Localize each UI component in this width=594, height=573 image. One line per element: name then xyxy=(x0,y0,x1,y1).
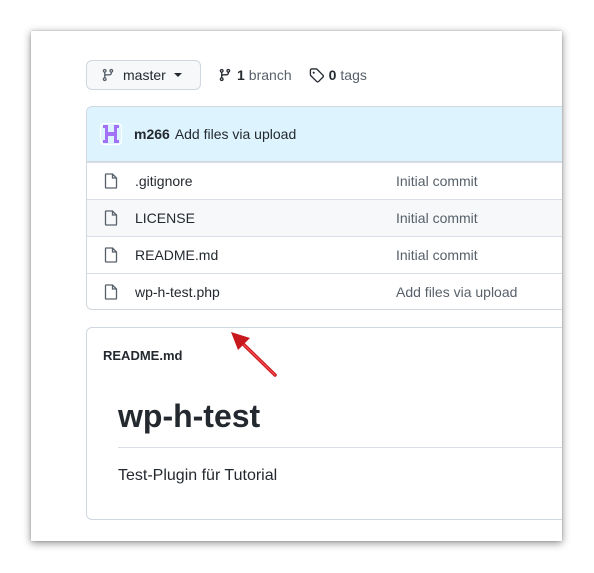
file-icon xyxy=(104,210,120,226)
file-row[interactable]: LICENSE Initial commit xyxy=(87,199,562,236)
readme-file-label[interactable]: README.md xyxy=(103,348,182,363)
commit-author[interactable]: m266 xyxy=(134,126,170,142)
git-branch-icon xyxy=(219,68,231,82)
file-commit-message[interactable]: Add files via upload xyxy=(396,284,517,300)
branch-name: master xyxy=(123,67,166,83)
annotation-arrow-icon xyxy=(231,332,277,377)
file-icon xyxy=(104,247,120,263)
avatar-icon[interactable] xyxy=(100,123,122,145)
file-commit-message[interactable]: Initial commit xyxy=(396,173,478,189)
git-branch-icon xyxy=(102,68,114,82)
branches-label: branch xyxy=(248,67,292,83)
readme-panel: README.md wp-h-test Test-Plugin für Tuto… xyxy=(86,327,562,520)
chevron-down-icon xyxy=(173,73,182,77)
file-icon xyxy=(104,284,120,300)
repository-page: master 1 branch 0 tags m266 Add files vi… xyxy=(31,31,562,541)
file-browser: m266 Add files via upload .gitignore Ini… xyxy=(86,106,562,310)
file-name[interactable]: wp-h-test.php xyxy=(135,284,396,300)
readme-text: Test-Plugin für Tutorial xyxy=(118,467,278,484)
commit-message[interactable]: Add files via upload xyxy=(175,126,296,142)
file-name[interactable]: README.md xyxy=(135,247,396,263)
tags-link[interactable]: 0 tags xyxy=(309,67,367,83)
tags-count: 0 xyxy=(328,67,337,83)
file-commit-message[interactable]: Initial commit xyxy=(396,210,478,226)
file-row[interactable]: README.md Initial commit xyxy=(87,236,562,273)
file-icon xyxy=(104,173,120,189)
readme-heading: wp-h-test xyxy=(118,398,261,434)
file-row[interactable]: wp-h-test.php Add files via upload xyxy=(87,273,562,309)
tags-label: tags xyxy=(340,67,367,83)
file-row[interactable]: .gitignore Initial commit xyxy=(87,162,562,199)
readme-divider xyxy=(118,447,562,448)
repo-toolbar: master 1 branch 0 tags xyxy=(86,59,367,91)
file-name[interactable]: LICENSE xyxy=(135,210,396,226)
branches-link[interactable]: 1 branch xyxy=(218,67,292,83)
latest-commit-bar: m266 Add files via upload xyxy=(87,107,562,162)
branch-select-button[interactable]: master xyxy=(86,60,201,90)
tag-icon xyxy=(309,67,324,83)
file-name[interactable]: .gitignore xyxy=(135,173,396,189)
branches-count: 1 xyxy=(237,67,245,83)
file-commit-message[interactable]: Initial commit xyxy=(396,247,478,263)
